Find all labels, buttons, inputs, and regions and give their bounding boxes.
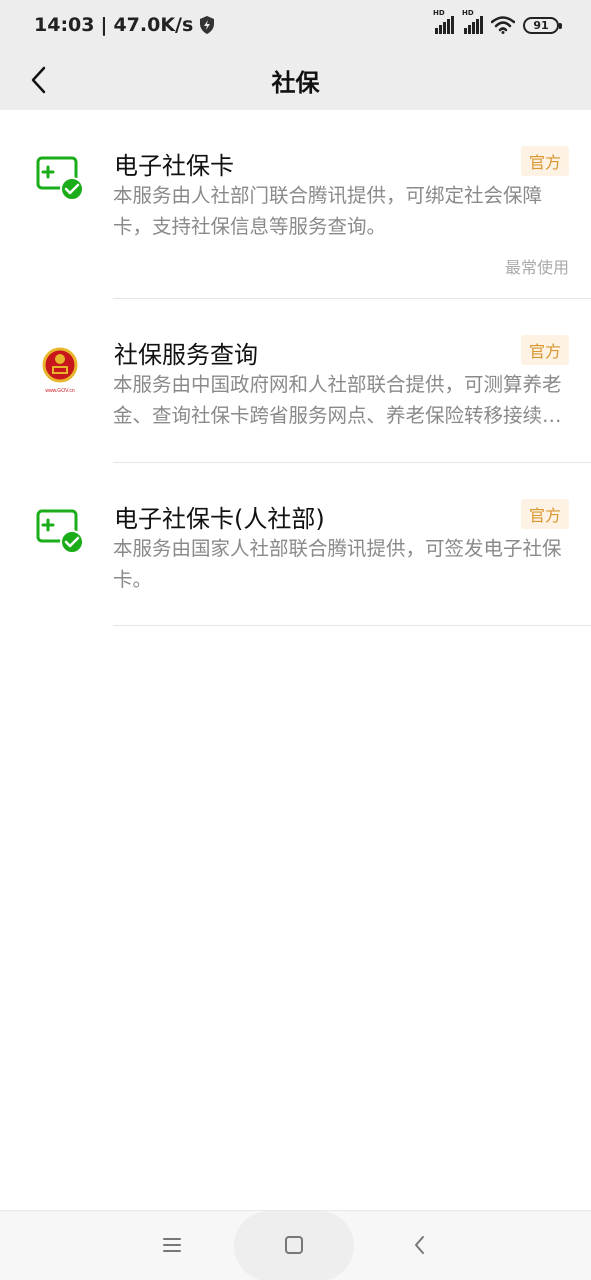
- home-icon[interactable]: [270, 1233, 318, 1259]
- gov-caption: www.GOV.cn: [45, 388, 74, 394]
- status-net-speed: 47.0K/s: [113, 14, 194, 36]
- e-card-wechat-icon: [36, 509, 84, 554]
- signal-icon: HD: [433, 9, 454, 34]
- service-description: 本服务由国家人社部联合腾讯提供，可签发电子社保卡。: [113, 537, 562, 591]
- service-title: 电子社保卡(人社部): [114, 505, 325, 533]
- status-right: HD HD 91: [433, 9, 562, 34]
- chevron-left-icon: [31, 66, 46, 94]
- service-title: 电子社保卡: [114, 152, 234, 180]
- service-list: 电子社保卡 官方 本服务由人社部门联合腾讯提供，可绑定社会保障卡，支持社保信息等…: [0, 110, 591, 626]
- battery-icon: 91: [523, 16, 562, 34]
- battery-level: 91: [533, 18, 549, 32]
- e-card-wechat-icon: [36, 156, 84, 201]
- status-time: 14:03: [34, 14, 95, 36]
- national-emblem-icon: www.GOV.cn: [42, 347, 78, 394]
- status-separator: |: [100, 14, 108, 36]
- divider: [113, 625, 591, 626]
- hd-label: HD: [462, 9, 474, 17]
- hd-label: HD: [433, 9, 445, 17]
- back-icon[interactable]: [408, 1233, 432, 1257]
- system-nav-bar: [0, 1210, 591, 1280]
- service-item-e-social-card-mohrss[interactable]: 电子社保卡(人社部) 官方 本服务由国家人社部联合腾讯提供，可签发电子社保卡。: [0, 463, 591, 626]
- status-bar: 14:03 | 47.0K/s HD HD 91: [0, 0, 591, 50]
- service-title: 社保服务查询: [114, 341, 258, 369]
- menu-icon[interactable]: [160, 1233, 184, 1257]
- page-title: 社保: [271, 68, 320, 97]
- nav-bar: 社保: [0, 50, 591, 110]
- shield-icon: [200, 16, 215, 34]
- wifi-icon: [491, 16, 515, 34]
- service-description: 本服务由中国政府网和人社部联合提供，可测算养老金、查询社保卡跨省服务网点、养老保…: [113, 373, 562, 427]
- official-badge: 官方: [520, 146, 569, 176]
- most-used-tag: 最常使用: [504, 258, 569, 277]
- service-item-social-security-query[interactable]: www.GOV.cn 社保服务查询 官方 本服务由中国政府网和人社部联合提供，可…: [0, 299, 591, 463]
- status-left: 14:03 | 47.0K/s: [34, 14, 215, 36]
- service-item-e-social-card[interactable]: 电子社保卡 官方 本服务由人社部门联合腾讯提供，可绑定社会保障卡，支持社保信息等…: [0, 110, 591, 299]
- service-description: 本服务由人社部门联合腾讯提供，可绑定社会保障卡，支持社保信息等服务查询。: [113, 184, 543, 238]
- official-badge: 官方: [520, 335, 569, 365]
- signal-icon: HD: [462, 9, 483, 34]
- back-button[interactable]: [18, 60, 58, 100]
- official-badge: 官方: [520, 499, 569, 529]
